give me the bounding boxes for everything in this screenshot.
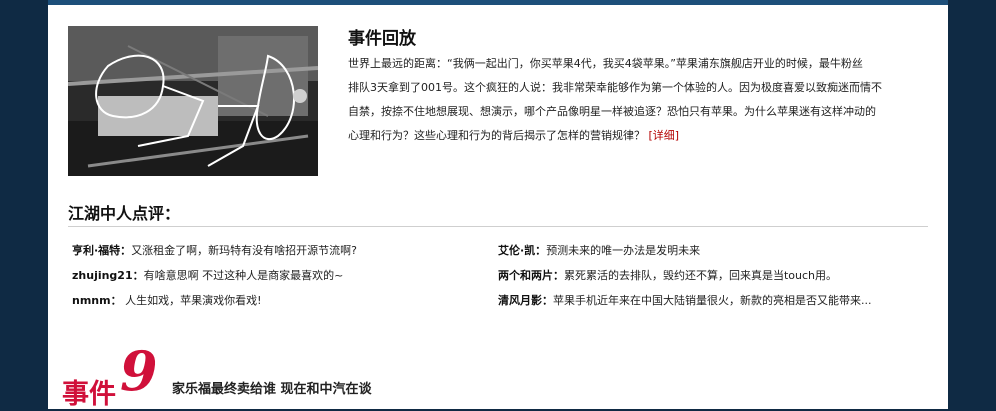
comment-item: nmnm： 人生如戏，苹果演戏你看戏! (72, 294, 472, 319)
comment-item: zhujing21：有啥意思啊 不过这种人是商家最喜欢的~ (72, 269, 472, 294)
comment-text: 预测未来的唯一办法是发明未来 (546, 244, 701, 257)
comments-right: 艾伦·凯：预测未来的唯一办法是发明未来 两个和两片：累死累活的去排队，毁约还不算… (498, 244, 938, 319)
recap-title: 事件回放 (348, 29, 416, 49)
comment-text: 苹果手机近年来在中国大陆销量很火，新款的亮相是否又能带来... (553, 294, 872, 307)
event-subtitle: 家乐福最终卖给谁 现在和中汽在谈 (172, 382, 372, 397)
comment-item: 两个和两片：累死累活的去排队，毁约还不算，回来真是当touch用。 (498, 269, 938, 294)
commenter-name: 艾伦·凯： (498, 244, 547, 257)
commenter-name: 亨利·福特： (72, 244, 132, 257)
comment-text: 累死累活的去排队，毁约还不算，回来真是当touch用。 (564, 269, 838, 282)
comment-text: 又涨租金了啊，新玛特有没有啥招开源节流啊? (131, 244, 358, 257)
comment-text: 人生如戏，苹果演戏你看戏! (121, 294, 262, 307)
comments-title: 江湖中人点评： (68, 204, 181, 223)
event-photo (68, 26, 318, 176)
comment-text: 有啥意思啊 不过这种人是商家最喜欢的~ (143, 269, 344, 282)
event-label: 事件 (62, 379, 116, 410)
commenter-name: zhujing21： (72, 269, 144, 282)
recap-body: 世界上最远的距离：“我俩一起出门，你买苹果4代，我买4袋苹果。”苹果浦东旗舰店开… (348, 57, 882, 142)
event-number: 9 (120, 339, 158, 403)
comments-left: 亨利·福特：又涨租金了啊，新玛特有没有啥招开源节流啊? zhujing21：有啥… (72, 244, 472, 319)
commenter-name: 两个和两片： (498, 269, 564, 282)
divider (68, 226, 928, 227)
details-link[interactable]: [详细] (649, 129, 680, 142)
recap-text: 世界上最远的距离：“我俩一起出门，你买苹果4代，我买4袋苹果。”苹果浦东旗舰店开… (348, 52, 928, 148)
comment-item: 清风月影：苹果手机近年来在中国大陆销量很火，新款的亮相是否又能带来... (498, 294, 938, 319)
comment-item: 艾伦·凯：预测未来的唯一办法是发明未来 (498, 244, 938, 269)
commenter-name: 清风月影： (498, 294, 553, 307)
top-accent-bar (48, 0, 948, 5)
comment-item: 亨利·福特：又涨租金了啊，新玛特有没有啥招开源节流啊? (72, 244, 472, 269)
commenter-name: nmnm： (72, 294, 122, 307)
content-panel: 事件回放 世界上最远的距离：“我俩一起出门，你买苹果4代，我买4袋苹果。”苹果浦… (48, 0, 948, 410)
